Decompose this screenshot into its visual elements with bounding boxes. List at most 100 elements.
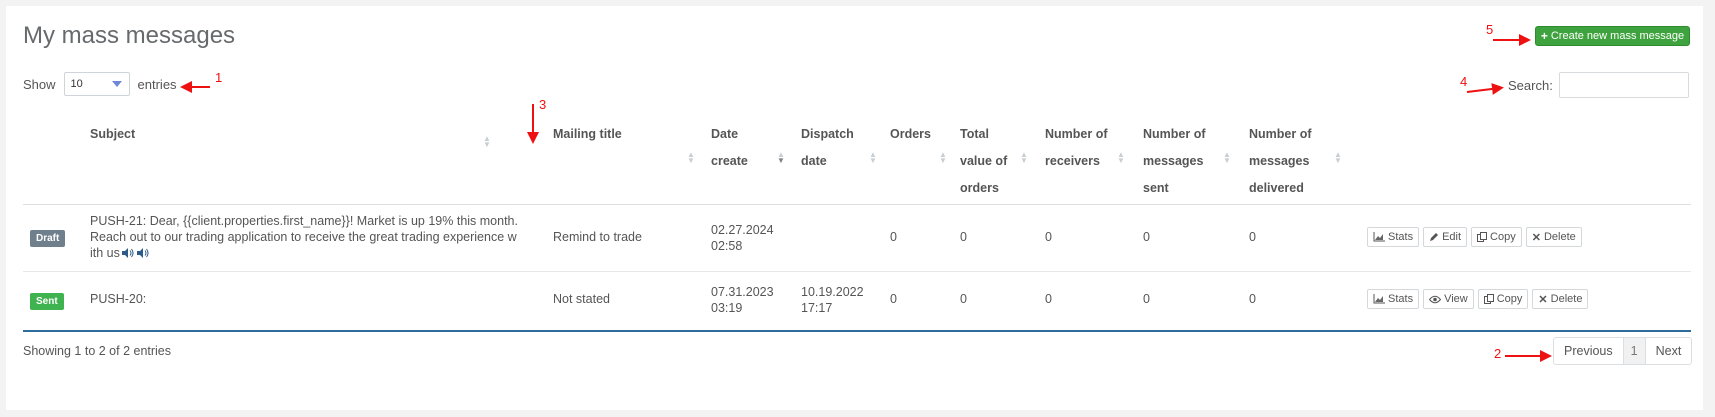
column-header-subject[interactable]: Subject: [90, 121, 135, 148]
date-text: 02.27.2024: [711, 223, 774, 237]
subject-cell: PUSH-20:: [90, 292, 147, 306]
search-control: Search:: [1508, 72, 1689, 98]
dispatch-date-cell: 10.19.2022 17:17: [801, 284, 864, 316]
subject-text: ith us: [90, 246, 120, 260]
copy-icon: [1483, 294, 1494, 304]
stats-label: Stats: [1388, 231, 1414, 243]
column-header-messages-delivered[interactable]: Number of messages delivered: [1249, 121, 1312, 202]
delete-button[interactable]: ✕ Delete: [1532, 289, 1589, 309]
time-text: 02:58: [711, 239, 743, 253]
column-header-orders[interactable]: Orders: [890, 121, 931, 148]
sort-icon: ▲ ▼: [1020, 150, 1028, 165]
column-header-text: Orders: [890, 127, 931, 141]
sort-icon: ▲ ▼: [483, 134, 491, 149]
total-value-cell: 0: [960, 292, 967, 306]
column-header-text: Date: [711, 127, 739, 141]
column-header-text: Mailing title: [553, 127, 622, 141]
column-header-text: Total: [960, 127, 989, 141]
copy-button[interactable]: Copy: [1471, 227, 1522, 247]
entries-per-page-select[interactable]: 10: [63, 72, 130, 96]
view-label: View: [1444, 293, 1468, 305]
orders-cell: 0: [890, 230, 897, 244]
sort-icon: ▲ ▼: [1223, 150, 1231, 165]
column-header-receivers[interactable]: Number of receivers: [1045, 121, 1108, 175]
table-row: Draft PUSH-21: Dear, {{client.properties…: [23, 205, 1691, 272]
subject-text: PUSH-21: Dear, {{client.properties.first…: [90, 214, 518, 228]
edit-button[interactable]: Edit: [1423, 227, 1468, 247]
sort-desc-icon: ▲ ▼: [777, 150, 785, 165]
date-text: 10.19.2022: [801, 285, 864, 299]
date-create-cell: 02.27.2024 02:58: [711, 222, 774, 254]
page-1-button[interactable]: 1: [1623, 338, 1646, 364]
search-label: Search:: [1508, 77, 1553, 93]
sort-icon: ▲ ▼: [687, 150, 695, 165]
receivers-cell: 0: [1045, 230, 1052, 244]
delete-button[interactable]: ✕ Delete: [1525, 227, 1582, 247]
plus-icon: +: [1540, 29, 1548, 43]
subject-cell: PUSH-21: Dear, {{client.properties.first…: [90, 213, 535, 261]
column-header-text: create: [711, 154, 748, 168]
column-header-total-value[interactable]: Total value of orders: [960, 121, 1007, 202]
next-page-button[interactable]: Next: [1646, 338, 1692, 364]
column-header-text: Dispatch: [801, 127, 854, 141]
column-header-text: sent: [1143, 181, 1169, 195]
column-header-messages-sent[interactable]: Number of messages sent: [1143, 121, 1206, 202]
date-create-cell: 07.31.2023 03:19: [711, 284, 774, 316]
column-header-text: date: [801, 154, 827, 168]
time-text: 03:19: [711, 301, 743, 315]
messages-sent-cell: 0: [1143, 230, 1150, 244]
stats-button[interactable]: Stats: [1367, 289, 1420, 309]
row-actions: Stats View Copy ✕ Delete: [1367, 289, 1589, 309]
entries-length-control: Show 10 entries: [23, 72, 177, 96]
column-header-text: messages: [1143, 154, 1204, 168]
search-input[interactable]: [1558, 72, 1689, 98]
annotation-number-1: 1: [215, 70, 223, 85]
create-button-label: Create new mass message: [1550, 30, 1685, 42]
messages-delivered-cell: 0: [1249, 230, 1256, 244]
annotation-number-5: 5: [1486, 22, 1494, 37]
show-label: Show: [23, 76, 56, 92]
subject-text: Reach out to our trading application to …: [90, 230, 517, 244]
annotation-number-2: 2: [1494, 346, 1502, 361]
column-header-mailing-title[interactable]: Mailing title: [553, 121, 622, 148]
table-header: Subject ▲ ▼ Mailing title ▲ ▼ Date create …: [23, 112, 1691, 205]
chart-icon: [1373, 232, 1385, 242]
column-header-date-create[interactable]: Date create: [711, 121, 748, 175]
column-header-text: delivered: [1249, 181, 1304, 195]
speaker-icon: [121, 247, 134, 259]
create-mass-message-button[interactable]: + Create new mass message: [1535, 26, 1690, 46]
time-text: 17:17: [801, 301, 833, 315]
date-text: 07.31.2023: [711, 285, 774, 299]
view-button[interactable]: View: [1423, 289, 1474, 309]
copy-icon: [1477, 232, 1488, 242]
sort-icon: ▲ ▼: [939, 150, 947, 165]
delete-label: Delete: [1550, 293, 1583, 305]
copy-button[interactable]: Copy: [1477, 289, 1529, 309]
page-title: My mass messages: [23, 22, 236, 49]
stats-button[interactable]: Stats: [1367, 227, 1420, 247]
mailing-title-cell: Not stated: [553, 292, 610, 306]
sort-icon: ▲ ▼: [1117, 150, 1125, 165]
sort-icon: ▲ ▼: [1334, 150, 1342, 165]
pagination: Previous 1 Next: [1553, 337, 1693, 365]
column-header-text: Number of: [1249, 127, 1312, 141]
column-header-dispatch-date[interactable]: Dispatch date: [801, 121, 854, 175]
pencil-icon: [1429, 232, 1439, 242]
chart-icon: [1373, 294, 1385, 304]
copy-label: Copy: [1496, 293, 1523, 305]
receivers-cell: 0: [1045, 292, 1052, 306]
copy-label: Copy: [1490, 231, 1516, 243]
entries-selected-value: 10: [70, 78, 83, 90]
column-header-text: messages: [1249, 154, 1310, 168]
messages-sent-cell: 0: [1143, 292, 1150, 306]
close-icon: ✕: [1538, 293, 1548, 306]
column-header-text: receivers: [1045, 154, 1100, 168]
annotation-number-4: 4: [1460, 74, 1468, 89]
column-header-text: value of: [960, 154, 1008, 168]
previous-page-button[interactable]: Previous: [1554, 338, 1624, 364]
eye-icon: [1429, 295, 1442, 304]
speaker-icon: [136, 247, 149, 259]
annotation-number-3: 3: [539, 97, 547, 112]
table-info: Showing 1 to 2 of 2 entries: [23, 344, 172, 358]
sort-icon: ▲ ▼: [869, 150, 877, 165]
